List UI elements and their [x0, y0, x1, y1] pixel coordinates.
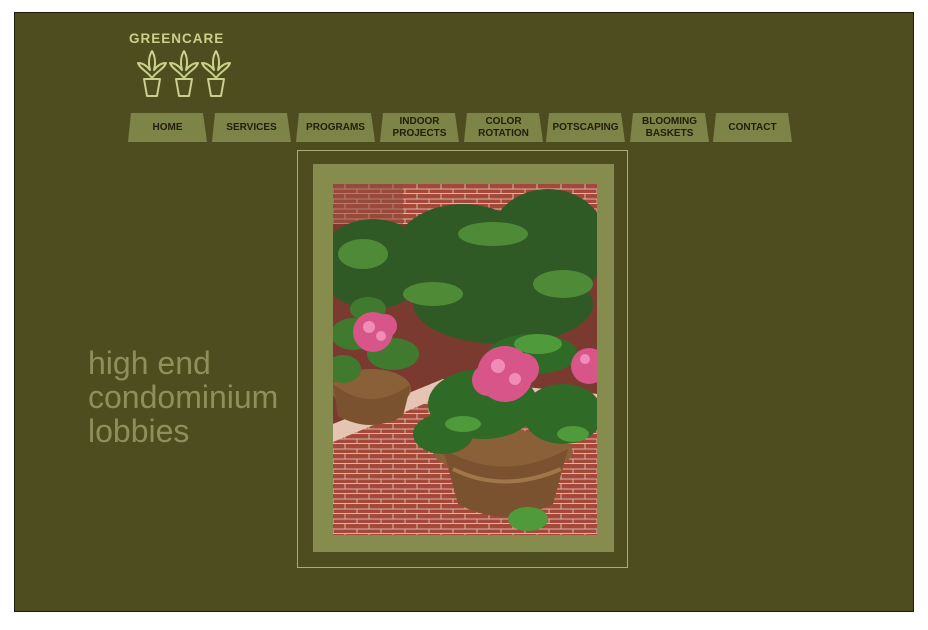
brand-name: GREENCARE: [129, 31, 225, 46]
nav-tab-services[interactable]: SERVICES: [212, 113, 291, 142]
nav-tab-potscaping[interactable]: POTSCAPING: [546, 113, 625, 142]
tagline-line: high end: [88, 345, 211, 381]
potted-plant-icon: [137, 50, 231, 97]
lobby-planter-photo: [333, 184, 597, 535]
brand-logo[interactable]: GREENCARE: [129, 31, 239, 101]
nav-tab-indoor-projects[interactable]: INDOOR PROJECTS: [380, 113, 459, 142]
tagline-line: condominium: [88, 379, 279, 415]
tagline-line: lobbies: [88, 413, 190, 449]
nav-tab-blooming-baskets[interactable]: BLOOMING BASKETS: [630, 113, 709, 142]
nav-tab-home[interactable]: HOME: [128, 113, 207, 142]
page-tagline: high end condominium lobbies: [88, 346, 278, 448]
nav-tab-color-rotation[interactable]: COLOR ROTATION: [464, 113, 543, 142]
nav-tab-contact[interactable]: CONTACT: [713, 113, 792, 142]
nav-tab-programs[interactable]: PROGRAMS: [296, 113, 375, 142]
